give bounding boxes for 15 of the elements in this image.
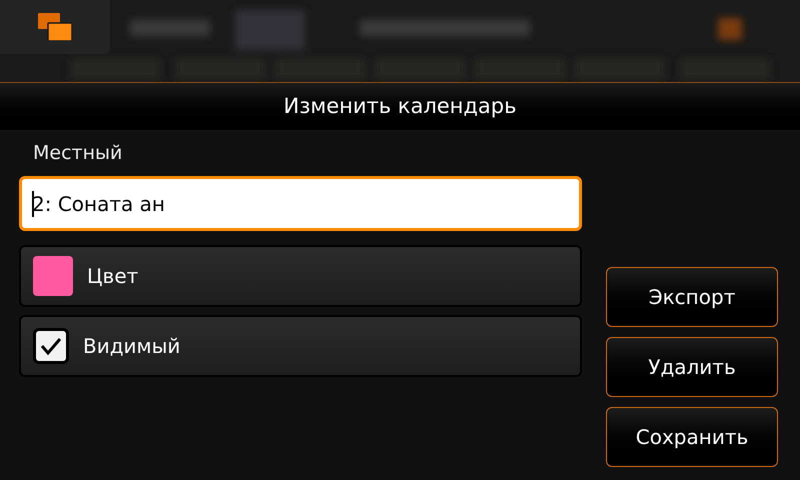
checkbox[interactable] xyxy=(33,328,69,364)
task-switcher-button[interactable] xyxy=(0,0,110,54)
name-input-field[interactable]: 2: Соната ан xyxy=(19,176,582,231)
checkbox-row[interactable]: Видимый xyxy=(19,315,582,377)
dialog-title: Изменить календарь xyxy=(283,92,517,120)
color-picker-button[interactable]: Цвет xyxy=(19,245,582,307)
section-label: Местный xyxy=(32,141,124,166)
dialog-button[interactable]: Экспорт xyxy=(606,267,778,327)
windows-icon xyxy=(38,13,72,41)
row-label: Видимый xyxy=(83,333,180,360)
dialog-button[interactable]: Удалить xyxy=(606,337,778,397)
dialog-button[interactable]: Сохранить xyxy=(606,407,778,467)
row-label: Цвет xyxy=(87,263,138,290)
checkmark-icon xyxy=(40,336,62,356)
field-value: 2: Соната ан xyxy=(32,190,165,218)
